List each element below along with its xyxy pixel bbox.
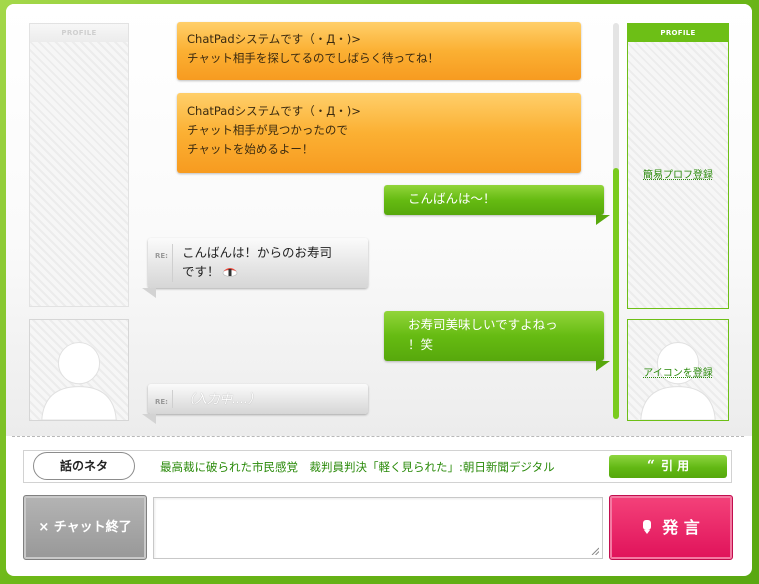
chat-scrollbar-thumb[interactable] [613, 168, 619, 419]
message-line: お寿司美味しいですよねっ [408, 317, 558, 332]
quote-icon: “ [646, 458, 655, 474]
message-line: チャット相手を探してるのでしばらく待ってね！ [187, 51, 439, 65]
message-input[interactable] [153, 497, 603, 559]
partner-profile-panel: PROFILE [29, 23, 129, 307]
pencil-icon [643, 520, 652, 534]
message-line: ChatPadシステムです（・Д・)> [187, 104, 361, 118]
bubble-tail [596, 215, 610, 225]
partner-typing-indicator: RE: （入力中....） [148, 384, 368, 414]
message-text: こんばんは〜！ [408, 191, 496, 206]
quote-button-label: 引 用 [660, 459, 690, 473]
partner-profile-header: PROFILE [30, 24, 128, 42]
message-line: です！ [182, 264, 220, 279]
message-line: チャットを始めるよー！ [187, 142, 314, 156]
resize-handle-icon[interactable] [591, 547, 599, 555]
message-line: ChatPadシステムです（・Д・)> [187, 32, 361, 46]
avatar-placeholder-icon [41, 342, 117, 420]
end-chat-button[interactable]: × チャット終了 [23, 495, 147, 560]
bubble-separator [172, 244, 173, 282]
message-line: こんばんは！からのお寿司 [182, 245, 333, 260]
topic-headline-link[interactable]: 最高裁に破られた市民感覚 裁判員判決「軽く見られた」:朝日新聞デジタル [160, 459, 555, 475]
my-profile-panel: PROFILE 簡易プロフ登録 [627, 23, 729, 309]
send-button-label: 発 言 [662, 518, 700, 537]
system-message: ChatPadシステムです（・Д・)> チャット相手を探してるのでしばらく待って… [177, 22, 581, 80]
send-button[interactable]: 発 言 [609, 495, 733, 560]
my-message: こんばんは〜！ [384, 185, 604, 215]
bubble-tail [142, 288, 156, 298]
register-profile-link[interactable]: 簡易プロフ登録 [628, 166, 728, 181]
topic-label: 話のネタ [33, 452, 135, 480]
system-message: ChatPadシステムです（・Д・)> チャット相手が見つかったので チャットを… [177, 93, 581, 173]
partner-avatar [29, 319, 129, 421]
register-icon-link[interactable]: アイコンを登録 [628, 364, 728, 379]
partner-message: RE: こんばんは！からのお寿司 です！ [148, 238, 368, 288]
bubble-tail [142, 414, 156, 424]
message-line: チャット相手が見つかったので [187, 123, 348, 137]
bubble-tail [596, 361, 610, 371]
quote-button[interactable]: “ 引 用 [609, 455, 727, 478]
typing-text: （入力中....） [182, 391, 261, 406]
section-divider [12, 436, 744, 437]
message-line: ！笑 [408, 337, 434, 352]
reply-label: RE: [155, 252, 168, 260]
reply-label: RE: [155, 398, 168, 406]
my-profile-header: PROFILE [628, 24, 728, 42]
bubble-separator [172, 390, 173, 408]
sushi-emoji-icon [222, 268, 237, 277]
my-avatar[interactable]: アイコンを登録 [627, 319, 729, 421]
my-message: お寿司美味しいですよねっ ！笑 [384, 311, 604, 361]
